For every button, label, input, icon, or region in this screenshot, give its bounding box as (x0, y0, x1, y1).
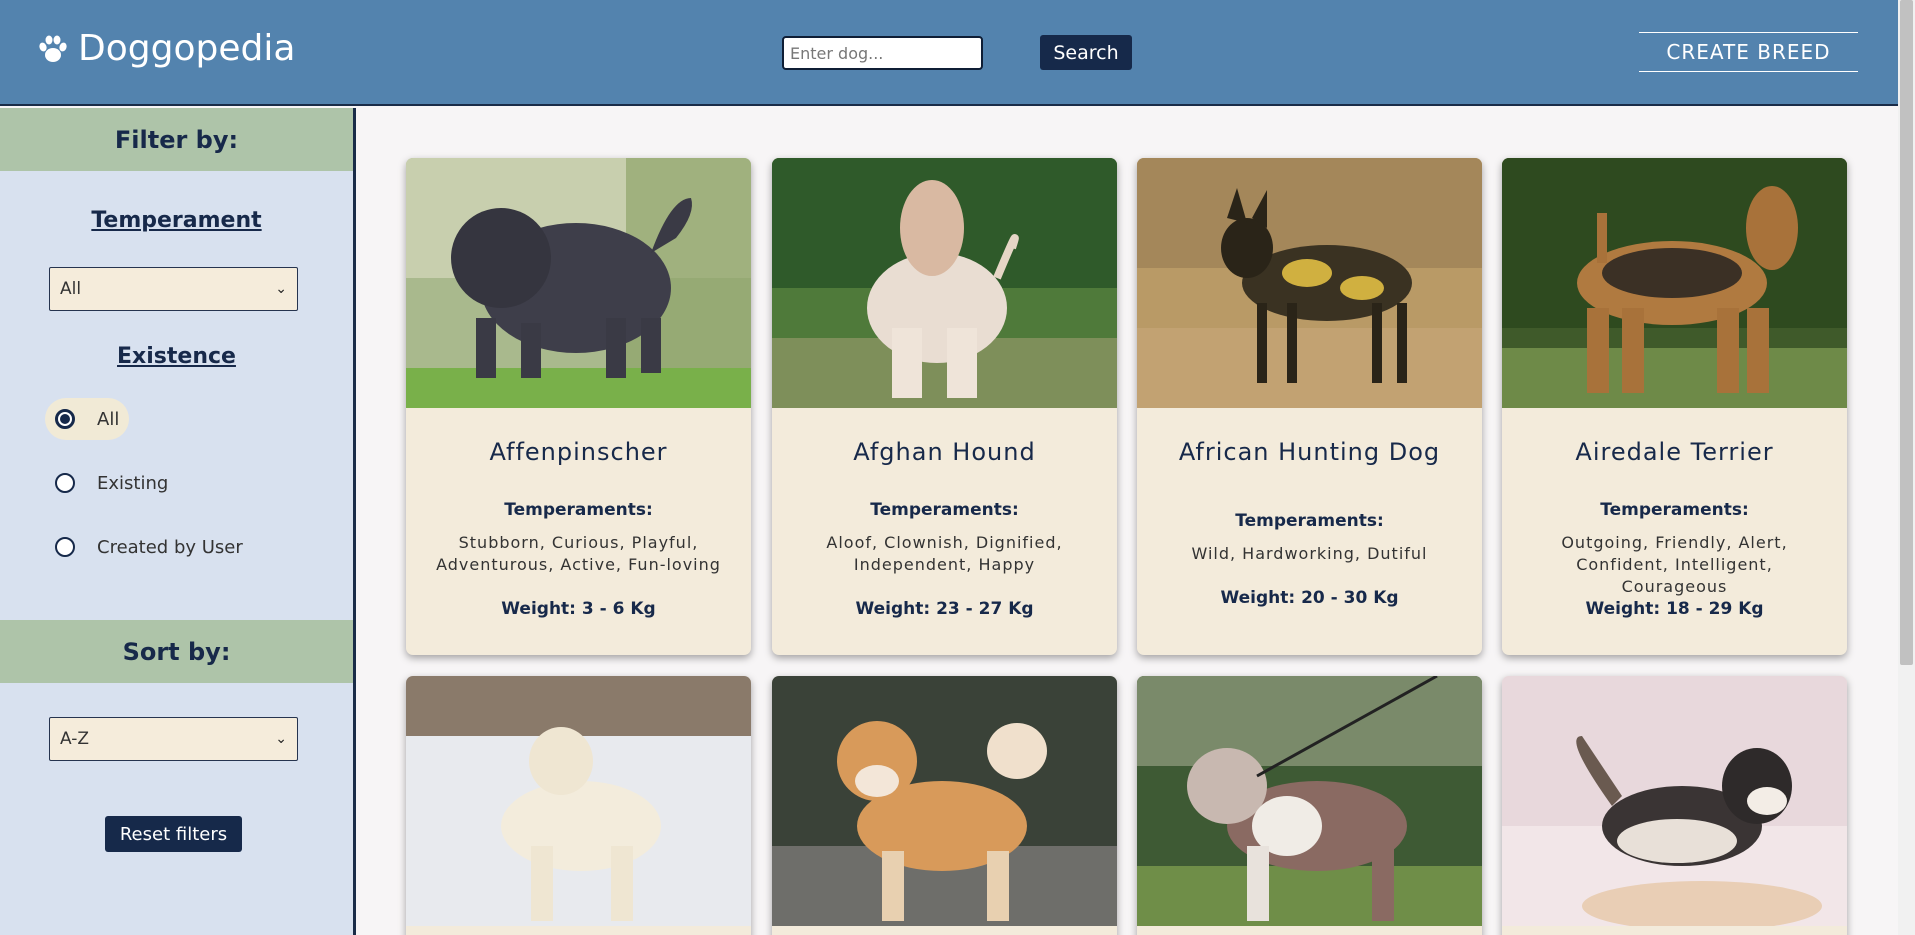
breed-temperaments: Wild, Hardworking, Dutiful (1191, 544, 1428, 563)
paw-icon (39, 35, 67, 62)
sort-heading: Sort by: (0, 620, 353, 683)
page-scrollbar[interactable] (1898, 0, 1915, 935)
create-breed-button[interactable]: CREATE BREED (1639, 32, 1858, 72)
breed-card-airedale-terrier[interactable]: Airedale Terrier Temperaments: Outgoing,… (1502, 158, 1847, 655)
breed-card[interactable] (1137, 676, 1482, 935)
breed-name: Affenpinscher (489, 438, 668, 466)
existence-option-label: Created by User (97, 536, 243, 558)
search-input[interactable] (782, 36, 983, 70)
dog-photo (1502, 158, 1847, 408)
dog-photo (406, 676, 751, 926)
temperaments-heading: Temperaments: (870, 500, 1019, 520)
scrollbar-thumb[interactable] (1900, 0, 1913, 665)
logo-text: Doggopedia (78, 28, 296, 69)
breed-card[interactable] (406, 676, 751, 935)
temperament-select[interactable]: All ⌄ (49, 267, 298, 311)
reset-filters-button[interactable]: Reset filters (105, 816, 242, 852)
chevron-down-icon: ⌄ (275, 281, 287, 297)
top-navbar: Doggopedia Search CREATE BREED (0, 0, 1915, 106)
filter-heading: Filter by: (0, 108, 353, 171)
breed-temperaments: Outgoing, Friendly, Alert, Confident, In… (1561, 533, 1788, 596)
sort-select-value: A-Z (60, 729, 90, 749)
radio-selected-icon (55, 409, 75, 429)
existence-option-created-by-user[interactable]: Created by User (45, 526, 253, 568)
dog-photo (406, 158, 751, 408)
breed-card-affenpinscher[interactable]: Affenpinscher Temperaments: Stubborn, Cu… (406, 158, 751, 655)
sidebar: Filter by: Temperament All ⌄ Existence A… (0, 108, 356, 935)
breed-card[interactable] (1502, 676, 1847, 935)
radio-icon (55, 473, 75, 493)
dog-photo (1137, 158, 1482, 408)
breed-temperaments: Stubborn, Curious, Playful, Adventurous,… (436, 533, 721, 574)
dog-photo (1502, 676, 1847, 926)
temperament-label: Temperament (91, 208, 262, 233)
breed-weight: Weight: 18 - 29 Kg (1585, 599, 1764, 619)
dog-photo (772, 158, 1117, 408)
breed-card[interactable] (772, 676, 1117, 935)
existence-option-existing[interactable]: Existing (45, 462, 178, 504)
existence-label: Existence (117, 344, 236, 369)
breed-weight: Weight: 3 - 6 Kg (501, 599, 656, 619)
breed-card-african-hunting-dog[interactable]: African Hunting Dog Temperaments: Wild, … (1137, 158, 1482, 655)
dog-photo (772, 676, 1117, 926)
breed-card-afghan-hound[interactable]: Afghan Hound Temperaments: Aloof, Clowni… (772, 158, 1117, 655)
existence-option-label: All (97, 408, 120, 430)
sort-select[interactable]: A-Z ⌄ (49, 717, 298, 761)
breed-name: Afghan Hound (853, 438, 1036, 466)
breed-weight: Weight: 23 - 27 Kg (855, 599, 1034, 619)
dog-photo (1137, 676, 1482, 926)
temperaments-heading: Temperaments: (1600, 500, 1749, 520)
temperament-select-value: All (60, 279, 82, 299)
breed-weight: Weight: 20 - 30 Kg (1220, 588, 1399, 608)
existence-option-label: Existing (97, 472, 169, 494)
logo[interactable]: Doggopedia (36, 28, 295, 69)
search-button[interactable]: Search (1040, 35, 1132, 70)
breed-name: Airedale Terrier (1575, 438, 1774, 466)
temperaments-heading: Temperaments: (1235, 511, 1384, 531)
chevron-down-icon: ⌄ (275, 731, 287, 747)
temperaments-heading: Temperaments: (504, 500, 653, 520)
breed-name: African Hunting Dog (1178, 438, 1441, 466)
radio-icon (55, 537, 75, 557)
existence-option-all[interactable]: All (45, 398, 130, 440)
breed-temperaments: Aloof, Clownish, Dignified, Independent,… (826, 533, 1063, 574)
